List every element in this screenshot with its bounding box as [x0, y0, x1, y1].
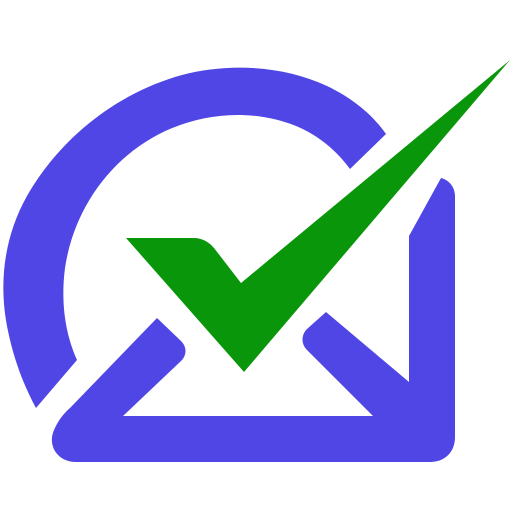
logo-canvas [0, 0, 512, 512]
checkmark-envelope-icon [3, 60, 510, 462]
